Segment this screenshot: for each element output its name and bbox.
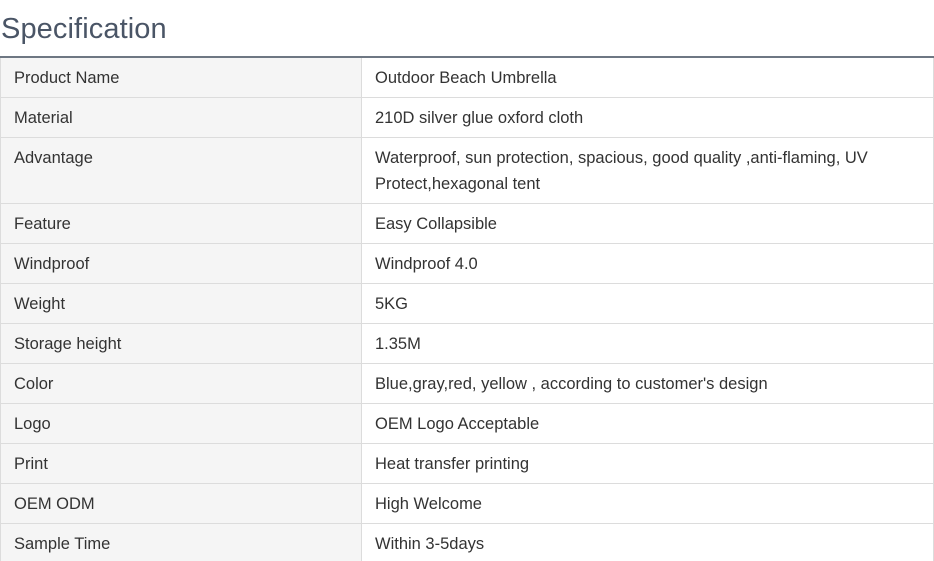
section-title: Specification (1, 13, 167, 45)
spec-label: Storage height (0, 323, 362, 364)
spec-value: 5KG (361, 283, 934, 324)
spec-label: OEM ODM (0, 483, 362, 524)
table-row: Windproof Windproof 4.0 (0, 243, 934, 284)
table-row: Product Name Outdoor Beach Umbrella (0, 58, 934, 98)
spec-label: Sample Time (0, 523, 362, 561)
specification-table: Product Name Outdoor Beach Umbrella Mate… (0, 58, 934, 561)
table-row: Color Blue,gray,red, yellow , according … (0, 363, 934, 404)
spec-label: Print (0, 443, 362, 484)
spec-value: Easy Collapsible (361, 203, 934, 244)
spec-value: Within 3-5days (361, 523, 934, 561)
spec-label: Logo (0, 403, 362, 444)
spec-label: Weight (0, 283, 362, 324)
table-row: Sample Time Within 3-5days (0, 523, 934, 561)
specification-page: Specification Product Name Outdoor Beach… (0, 0, 934, 561)
spec-label: Advantage (0, 137, 362, 204)
spec-value: Waterproof, sun protection, spacious, go… (361, 137, 934, 204)
spec-value: Blue,gray,red, yellow , according to cus… (361, 363, 934, 404)
table-row: Print Heat transfer printing (0, 443, 934, 484)
spec-value: OEM Logo Acceptable (361, 403, 934, 444)
table-row: Material 210D silver glue oxford cloth (0, 97, 934, 138)
spec-label: Feature (0, 203, 362, 244)
table-row: Feature Easy Collapsible (0, 203, 934, 244)
table-row: OEM ODM High Welcome (0, 483, 934, 524)
spec-label: Material (0, 97, 362, 138)
spec-value: Windproof 4.0 (361, 243, 934, 284)
table-row: Advantage Waterproof, sun protection, sp… (0, 137, 934, 204)
spec-value: Outdoor Beach Umbrella (361, 58, 934, 98)
spec-label: Windproof (0, 243, 362, 284)
spec-label: Color (0, 363, 362, 404)
spec-value: 1.35M (361, 323, 934, 364)
table-row: Storage height 1.35M (0, 323, 934, 364)
spec-value: Heat transfer printing (361, 443, 934, 484)
spec-label: Product Name (0, 58, 362, 98)
table-row: Logo OEM Logo Acceptable (0, 403, 934, 444)
table-row: Weight 5KG (0, 283, 934, 324)
spec-value: High Welcome (361, 483, 934, 524)
spec-value: 210D silver glue oxford cloth (361, 97, 934, 138)
